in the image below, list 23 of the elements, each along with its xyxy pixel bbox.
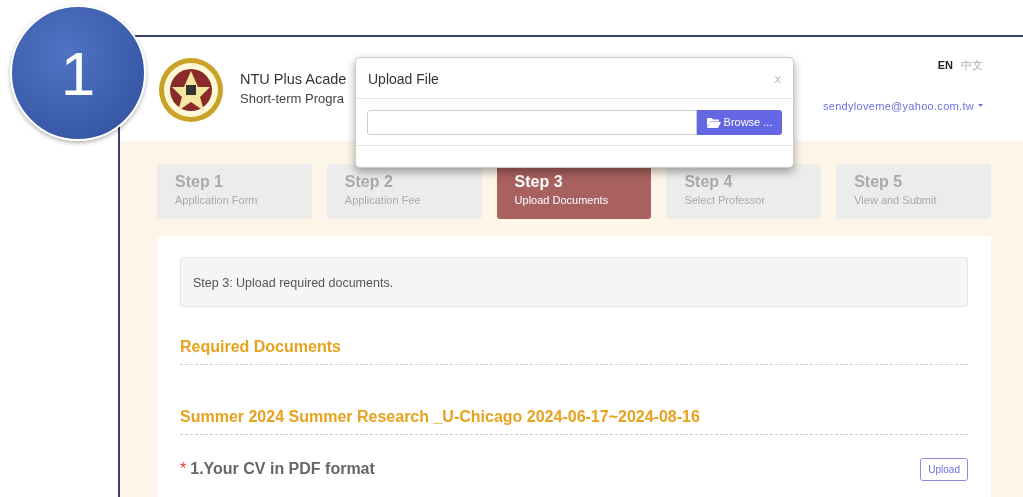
site-subtitle: Short-term Progra <box>240 90 346 108</box>
program-heading: Summer 2024 Summer Research _U-Chicago 2024-06-17~2024-08-16 <box>180 405 968 435</box>
step-tab[interactable]: Step 1 Application Form <box>157 164 312 219</box>
file-path-field[interactable] <box>367 110 697 135</box>
step-number-badge: 1 <box>10 5 146 141</box>
university-emblem-icon <box>158 57 224 123</box>
language-link[interactable]: EN <box>937 57 953 74</box>
language-link[interactable]: 中文 <box>961 57 983 74</box>
section-heading: Required Documents <box>180 335 968 365</box>
instruction-alert: Step 3: Upload required documents. <box>180 257 968 307</box>
step-tab[interactable]: Step 5 View and Submit <box>836 164 991 219</box>
required-asterisk: * <box>180 459 187 479</box>
caret-icon <box>978 104 983 108</box>
upload-button[interactable]: Upload <box>920 457 968 481</box>
step-tab[interactable]: Step 2 Application Fee <box>326 164 482 219</box>
browse-button[interactable]: Browse ... <box>697 110 782 135</box>
close-button[interactable]: x <box>774 69 781 85</box>
modal-title: Upload File <box>368 70 439 89</box>
user-email-dropdown[interactable]: sendyloveme@yahoo.com.tw <box>822 97 983 114</box>
step-tab[interactable]: Step 4 Select Professor <box>666 164 822 219</box>
site-title: NTU Plus Acade <box>240 70 347 89</box>
document-label: 1.Your CV in PDF format <box>190 459 375 479</box>
folder-icon <box>706 117 721 128</box>
